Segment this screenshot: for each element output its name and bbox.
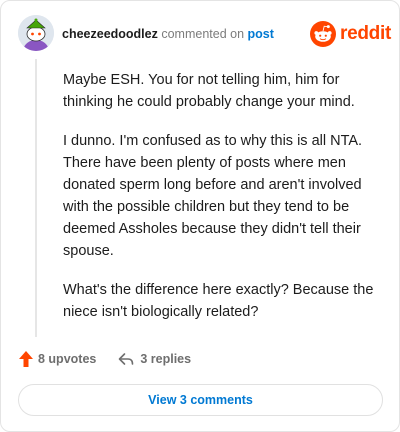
reddit-snoo-icon	[310, 21, 336, 47]
comment-paragraph: Maybe ESH. You for not telling him, him …	[63, 72, 355, 110]
comment-header: cheezeedoodlez commented on post	[62, 26, 274, 42]
comment-paragraph: I dunno. I'm confused as to why this is …	[63, 133, 363, 259]
user-avatar[interactable]	[18, 15, 54, 51]
reply-arrow-icon	[119, 353, 134, 365]
upvote-button[interactable]: 8 upvotes	[18, 350, 96, 368]
comment-body: Maybe ESH. You for not telling him, him …	[63, 69, 383, 340]
username-link[interactable]: cheezeedoodlez	[62, 27, 158, 41]
view-comments-button[interactable]: View 3 comments	[18, 384, 383, 416]
reddit-logo[interactable]: reddit	[310, 20, 391, 48]
thread-line	[35, 59, 37, 337]
upvote-arrow-icon	[19, 351, 33, 367]
comment-card: cheezeedoodlez commented on post reddit …	[0, 0, 400, 432]
comment-paragraph: What's the difference here exactly? Beca…	[63, 282, 374, 320]
comment-actions: 8 upvotes 3 replies	[18, 349, 191, 369]
post-link[interactable]: post	[248, 27, 274, 41]
snoo-avatar-icon	[18, 15, 54, 51]
reddit-wordmark: reddit	[340, 23, 391, 44]
replies-count: 3 replies	[140, 352, 192, 366]
replies-button[interactable]: 3 replies	[118, 352, 191, 366]
upvote-count: 8 upvotes	[38, 352, 97, 366]
commented-on-text: commented on	[161, 27, 245, 41]
